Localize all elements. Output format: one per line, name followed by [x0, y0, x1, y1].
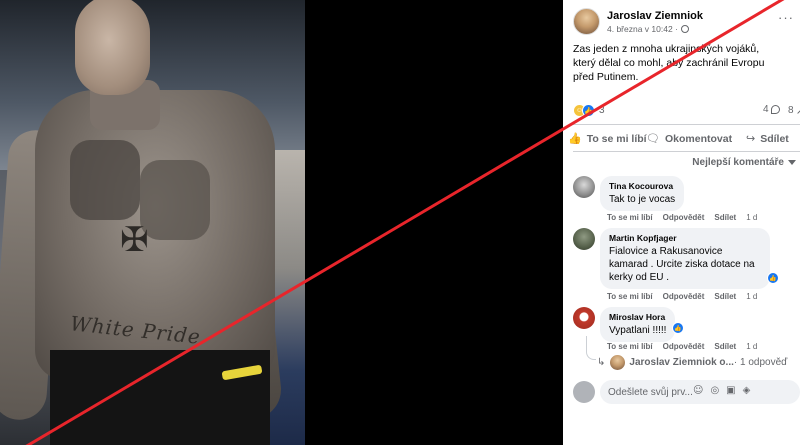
- reply-arrow-icon: ↳: [597, 357, 606, 368]
- tattoo-portrait-left: [70, 140, 140, 220]
- comment-composer: Odešlete svůj prv... ☺ ◎ ▣ ◈: [573, 380, 800, 404]
- comment-time[interactable]: 1 d: [746, 342, 757, 351]
- sort-label: Nejlepší komentáře: [692, 157, 784, 168]
- thumbs-up-icon: 👍: [568, 132, 582, 145]
- commenter-name[interactable]: Martin Kopfjager: [609, 233, 761, 243]
- post-date-text: 4. března v 10:42 ·: [607, 23, 678, 34]
- globe-icon: [680, 24, 689, 33]
- comment-time[interactable]: 1 d: [746, 213, 757, 222]
- comment-label: Okomentovat: [664, 132, 733, 145]
- commenter-name[interactable]: Miroslav Hora: [609, 312, 666, 322]
- facebook-post-panel: Jaroslav Ziemniok 4. března v 10:42 · ··…: [563, 0, 800, 445]
- share-label: Sdílet: [760, 132, 789, 145]
- comment-bubble: Miroslav Hora Vypatlani !!!!!: [600, 307, 676, 342]
- commenter-avatar[interactable]: [573, 307, 595, 329]
- reactions-count: 3: [599, 105, 605, 116]
- comment-text: Tak to je vocas: [609, 194, 676, 205]
- comment-icon: [770, 105, 780, 114]
- comment-text: Vypatlani !!!!!: [609, 325, 667, 336]
- comment-reply-link[interactable]: Odpovědět: [663, 213, 705, 222]
- comment-share-link[interactable]: Sdílet: [714, 342, 736, 351]
- share-button[interactable]: ↪ Sdílet: [746, 132, 789, 145]
- author-name[interactable]: Jaroslav Ziemniok: [607, 10, 703, 22]
- reactions-summary[interactable]: ☺ 👍 3: [573, 104, 605, 117]
- commenter-name[interactable]: Tina Kocourova: [609, 181, 675, 191]
- author-avatar[interactable]: [573, 8, 600, 35]
- viewer-avatar: [573, 381, 595, 403]
- like-button[interactable]: 👍 To se mi líbí: [568, 132, 647, 145]
- comment-actions: To se mi líbí Odpovědět Sdílet 1 d: [607, 292, 757, 301]
- comment-sort-dropdown[interactable]: Nejlepší komentáře: [692, 157, 796, 168]
- comment-text: Fialovice a Rakusanovice kamarad . Urcit…: [609, 246, 755, 283]
- comment-bubble: Tina Kocourova Tak to je vocas: [600, 176, 685, 211]
- post-text: Zas jeden z mnoha ukrajinských vojáků, k…: [573, 43, 765, 83]
- tattoo-portrait-right: [140, 160, 210, 240]
- comment-like-link[interactable]: To se mi líbí: [607, 292, 653, 301]
- reply-author: Jaroslav Ziemniok o...: [629, 357, 734, 368]
- comment-bubble: Martin Kopfjager Fialovice a Rakusanovic…: [600, 228, 770, 289]
- reply-thread-line: [586, 336, 596, 360]
- reply-count: · 1 odpověď: [733, 357, 788, 368]
- comment-item: Martin Kopfjager Fialovice a Rakusanovic…: [573, 228, 770, 289]
- shares-count-value: 8: [788, 105, 794, 116]
- commenter-avatar[interactable]: [573, 228, 595, 250]
- photo-pants: [50, 350, 270, 445]
- comment-reply-link[interactable]: Odpovědět: [663, 292, 705, 301]
- comment-input[interactable]: Odešlete svůj prv... ☺ ◎ ▣ ◈: [600, 380, 800, 404]
- comments-count[interactable]: 4: [763, 104, 780, 115]
- view-replies-link[interactable]: ↳ Jaroslav Ziemniok o... · 1 odpověď: [597, 355, 787, 370]
- divider: [573, 124, 800, 125]
- gif-icon[interactable]: ▣: [726, 385, 735, 396]
- share-icon: ↪: [746, 132, 756, 145]
- comment-time[interactable]: 1 d: [746, 292, 757, 301]
- comment-like-badge-icon[interactable]: 👍: [672, 322, 684, 334]
- comment-share-link[interactable]: Sdílet: [714, 213, 736, 222]
- commenter-avatar[interactable]: [573, 176, 595, 198]
- comment-like-badge-icon[interactable]: 👍: [767, 272, 779, 284]
- comment-icon: 🗨: [646, 132, 660, 145]
- reply-avatar: [610, 355, 626, 370]
- comment-like-link[interactable]: To se mi líbí: [607, 342, 653, 351]
- comment-actions: To se mi líbí Odpovědět Sdílet 1 d: [607, 213, 757, 222]
- share-icon: ↗: [796, 104, 800, 117]
- like-label: To se mi líbí: [586, 132, 647, 145]
- comments-count-value: 4: [763, 104, 769, 115]
- emoji-icon[interactable]: ☺: [693, 385, 703, 396]
- post-photo[interactable]: ✠ White Pride: [0, 0, 305, 445]
- more-options-icon[interactable]: ···: [778, 10, 794, 25]
- chevron-down-icon: [788, 160, 796, 165]
- comment-input-placeholder: Odešlete svůj prv...: [608, 386, 693, 398]
- comment-actions: To se mi líbí Odpovědět Sdílet 1 d: [607, 342, 757, 351]
- comment-item: Tina Kocourova Tak to je vocas: [573, 176, 685, 211]
- camera-icon[interactable]: ◎: [710, 385, 719, 396]
- photo-head: [75, 0, 150, 95]
- tattoo-symbol: ✠: [120, 220, 149, 260]
- post-header: Jaroslav Ziemniok 4. března v 10:42 ·: [573, 8, 703, 35]
- like-reaction-icon: 👍: [582, 104, 595, 117]
- comment-reply-link[interactable]: Odpovědět: [663, 342, 705, 351]
- post-date[interactable]: 4. března v 10:42 ·: [607, 24, 703, 34]
- comment-like-link[interactable]: To se mi líbí: [607, 213, 653, 222]
- comment-share-link[interactable]: Sdílet: [714, 292, 736, 301]
- sticker-icon[interactable]: ◈: [743, 385, 751, 396]
- comment-button[interactable]: 🗨 Okomentovat: [646, 132, 732, 145]
- shares-count[interactable]: 8 ↗: [788, 104, 800, 117]
- post-actions: 👍 To se mi líbí 🗨 Okomentovat ↪ Sdílet: [563, 129, 800, 149]
- divider: [573, 151, 800, 152]
- composer-icons: ☺ ◎ ▣ ◈: [693, 385, 750, 396]
